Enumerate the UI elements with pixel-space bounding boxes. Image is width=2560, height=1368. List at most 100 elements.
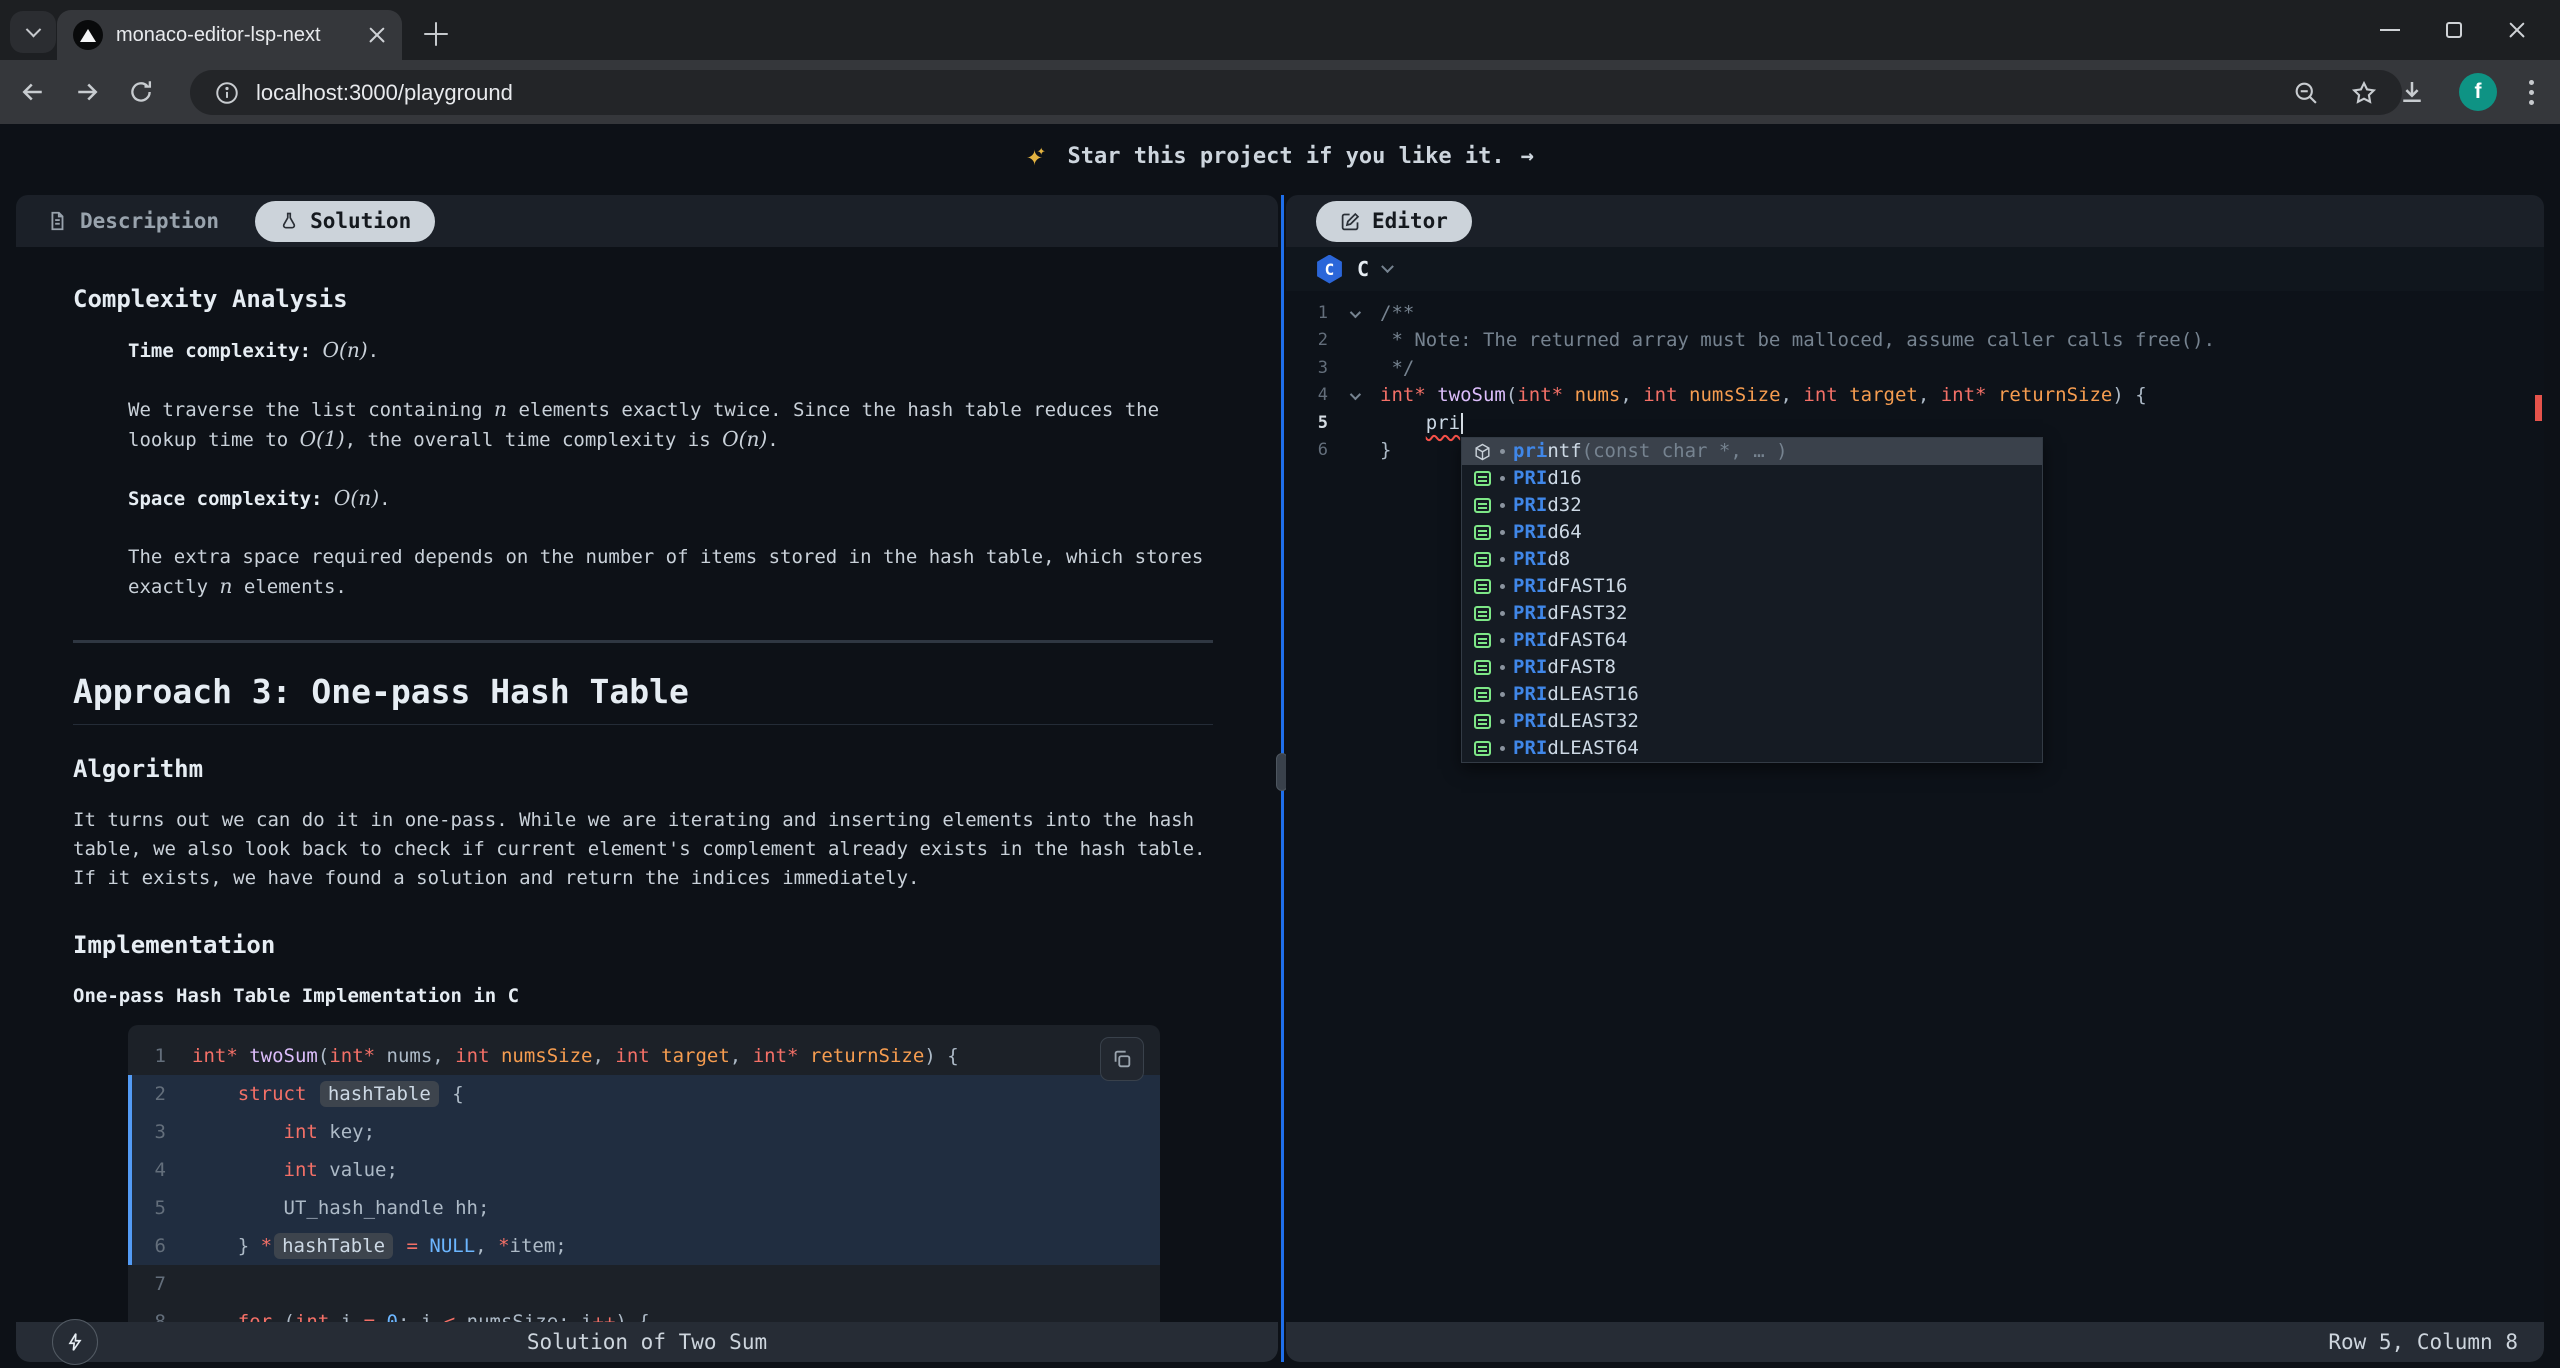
fold-chevron-icon[interactable] — [1350, 307, 1361, 318]
back-button[interactable] — [14, 73, 52, 111]
monaco-editor[interactable]: 1/**2 * Note: The returned array must be… — [1286, 291, 2544, 1322]
suggestion-label: PRId32 — [1513, 492, 1582, 519]
line-number: 1 — [128, 1037, 192, 1075]
line-number: 3 — [128, 1113, 192, 1151]
suggestion-label: PRIdFAST8 — [1513, 654, 1616, 681]
problem-panel: Description Solution Complexity Analysis… — [16, 195, 1278, 1362]
new-tab-button[interactable] — [420, 19, 452, 51]
banner-arrow-icon: → — [1521, 144, 1534, 169]
profile-avatar[interactable]: f — [2459, 73, 2497, 111]
suggestion-label: PRIdFAST16 — [1513, 573, 1627, 600]
tab-search-button[interactable] — [10, 11, 56, 53]
suggestion-item[interactable]: PRIdFAST64 — [1462, 627, 2042, 654]
macro-suggestion-icon — [1472, 523, 1492, 543]
suggestion-dot — [1500, 665, 1505, 670]
suggestion-dot — [1500, 746, 1505, 751]
solution-content[interactable]: Complexity Analysis Time complexity: O(n… — [16, 247, 1278, 1322]
solution-title: Solution of Two Sum — [16, 1322, 1278, 1362]
macro-suggestion-icon — [1472, 496, 1492, 516]
suggestion-item[interactable]: PRIdLEAST64 — [1462, 735, 2042, 762]
solution-code-block: 1int* twoSum(int* nums, int numsSize, in… — [128, 1025, 1160, 1322]
editor-line-number: 3 — [1286, 355, 1328, 382]
code-line: 3 int key; — [128, 1113, 1160, 1151]
chevron-down-icon — [1381, 260, 1394, 273]
suggestion-label: PRIdLEAST16 — [1513, 681, 1639, 708]
window-minimize-icon[interactable] — [2380, 29, 2400, 31]
window-close-icon[interactable] — [2508, 21, 2526, 39]
editor-line[interactable]: 5 pri — [1286, 410, 2544, 437]
suggestion-item[interactable]: PRIdFAST8 — [1462, 654, 2042, 681]
suggestion-label: PRIdLEAST32 — [1513, 708, 1639, 735]
editor-panel: Editor C C 1/**2 * Note: The returned ar… — [1286, 195, 2544, 1362]
code-line: 8 for (int i = 0; i < numsSize; i++) { — [128, 1303, 1160, 1322]
suggestion-label: PRId8 — [1513, 546, 1570, 573]
suggestion-dot — [1500, 611, 1505, 616]
panel-resize-divider[interactable] — [1278, 195, 1286, 1362]
suggestion-item[interactable]: PRIdLEAST16 — [1462, 681, 2042, 708]
language-label: C — [1357, 257, 1369, 281]
editor-line[interactable]: 1/** — [1286, 300, 2544, 327]
editor-line-number: 4 — [1286, 382, 1328, 409]
browser-window: monaco-editor-lsp-next localhost:3000/pl… — [0, 0, 2560, 1368]
macro-suggestion-icon — [1472, 685, 1492, 705]
suggestion-dot — [1500, 719, 1505, 724]
browser-menu-icon[interactable] — [2529, 80, 2534, 105]
suggestion-item[interactable]: PRId64 — [1462, 519, 2042, 546]
code-line: 7 — [128, 1265, 1160, 1303]
tab-description[interactable]: Description — [46, 209, 219, 233]
document-icon — [46, 209, 68, 233]
suggestion-item[interactable]: PRIdLEAST32 — [1462, 708, 2042, 735]
line-number: 7 — [128, 1265, 192, 1303]
bookmark-star-icon[interactable] — [2350, 79, 2378, 107]
problem-panel-tabs: Description Solution — [16, 195, 1278, 247]
implementation-heading: Implementation — [73, 931, 1213, 960]
toolbar-right: f — [2397, 60, 2560, 124]
language-selector[interactable]: C C — [1286, 247, 2544, 291]
fold-chevron-icon[interactable] — [1350, 389, 1361, 400]
suggestion-item[interactable]: PRId32 — [1462, 492, 2042, 519]
suggestion-item[interactable]: PRIdFAST32 — [1462, 600, 2042, 627]
suggestion-dot — [1500, 476, 1505, 481]
forward-button[interactable] — [68, 73, 106, 111]
reload-icon — [127, 78, 155, 106]
tab-solution[interactable]: Solution — [255, 201, 435, 242]
window-maximize-icon[interactable] — [2446, 22, 2462, 38]
tab-editor[interactable]: Editor — [1316, 201, 1472, 242]
macro-suggestion-icon — [1472, 631, 1492, 651]
edit-pencil-icon — [1340, 211, 1361, 232]
chevron-down-icon — [25, 21, 41, 37]
overview-ruler-error-mark — [2535, 395, 2542, 421]
copy-code-button[interactable] — [1100, 1037, 1144, 1081]
address-bar[interactable]: localhost:3000/playground — [190, 70, 2402, 115]
tab-title: monaco-editor-lsp-next — [116, 24, 355, 47]
editor-line-number: 2 — [1286, 327, 1328, 354]
macro-suggestion-icon — [1472, 550, 1492, 570]
editor-line[interactable]: 2 * Note: The returned array must be mal… — [1286, 327, 2544, 354]
star-project-banner[interactable]: ✦✦ Star this project if you like it. → — [0, 124, 2560, 188]
url-text[interactable]: localhost:3000/playground — [256, 80, 2276, 106]
editor-panel-tabs: Editor — [1286, 195, 2544, 247]
zoom-out-icon[interactable] — [2292, 79, 2320, 107]
downloads-icon[interactable] — [2397, 77, 2427, 107]
section-divider — [73, 640, 1213, 643]
banner-text: Star this project if you like it. — [1067, 144, 1504, 169]
site-info-icon[interactable] — [214, 80, 240, 106]
function-suggestion-icon — [1472, 442, 1492, 462]
suggestion-dot — [1500, 503, 1505, 508]
suggestion-item[interactable]: PRId8 — [1462, 546, 2042, 573]
back-arrow-icon — [18, 77, 48, 107]
editor-status-bar: Row 5, Column 8 — [1286, 1322, 2544, 1362]
editor-line[interactable]: 4int* twoSum(int* nums, int numsSize, in… — [1286, 382, 2544, 409]
suggestion-item[interactable]: printf(const char *, … ) — [1462, 438, 2042, 465]
browser-tab-active[interactable]: monaco-editor-lsp-next — [57, 10, 402, 60]
text-cursor — [1461, 413, 1463, 434]
tab-close-icon[interactable] — [368, 26, 386, 44]
extra-space-para: The extra space required depends on the … — [128, 543, 1213, 602]
suggestion-item[interactable]: PRId16 — [1462, 465, 2042, 492]
sparkles-icon: ✦✦ — [1026, 139, 1051, 172]
suggestion-dot — [1500, 530, 1505, 535]
suggestion-item[interactable]: PRIdFAST16 — [1462, 573, 2042, 600]
reload-button[interactable] — [122, 73, 160, 111]
editor-line[interactable]: 3 */ — [1286, 355, 2544, 382]
suggestion-dot — [1500, 449, 1505, 454]
